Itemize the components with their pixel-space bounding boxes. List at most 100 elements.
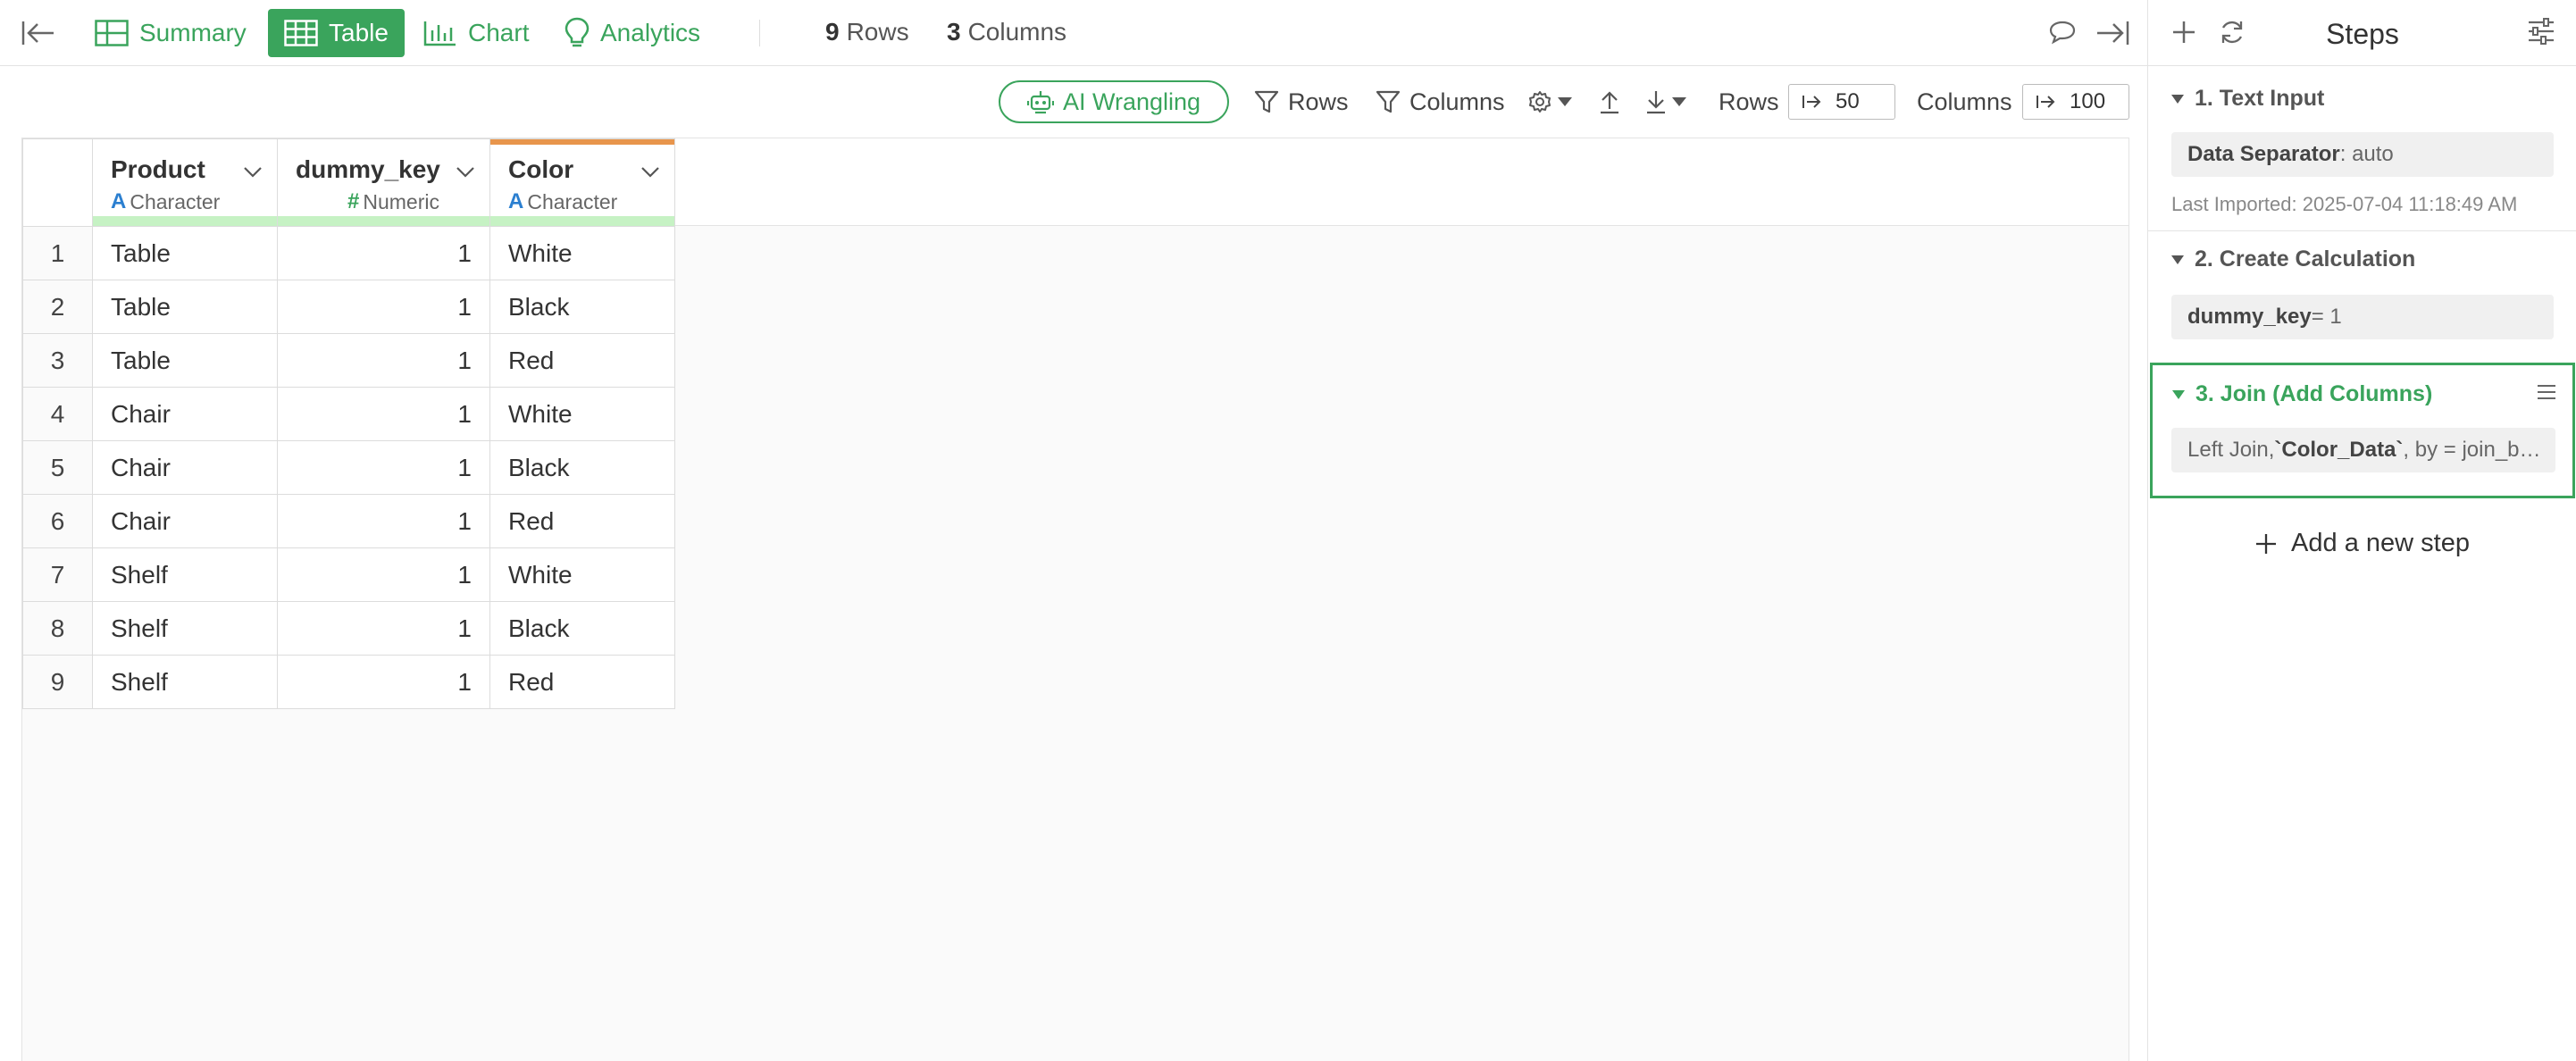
plus-icon [2255,533,2277,555]
join-key-indicator [278,216,489,226]
sliders-icon[interactable] [2527,18,2555,45]
filter-icon [1254,89,1279,114]
summary-grid-icon [95,20,129,46]
row-number: 3 [22,333,93,388]
add-new-step-button[interactable]: Add a new step [2148,529,2576,558]
comment-icon[interactable] [2049,20,2076,45]
step-1-title[interactable]: 1. Text Input [2171,86,2324,112]
added-column-indicator [490,139,674,145]
gear-icon [1527,89,1552,114]
row-number-header [22,138,93,227]
table-row: 5 Chair 1 Black [22,440,675,495]
row-count-label: Rows [846,18,909,46]
download-menu-button[interactable] [1645,80,1686,123]
ai-wrangling-button[interactable]: AI Wrangling [999,80,1230,123]
cell-dummy-key[interactable]: 1 [277,547,490,602]
chevron-down-icon[interactable] [243,166,263,179]
step-3-parameters[interactable]: Left Join, `Color_Data`, by = join_b… [2171,428,2555,472]
cell-product[interactable]: Chair [92,387,278,441]
collapse-left-icon[interactable] [21,20,55,46]
steps-panel: Steps 1. Text Input Data Separator: auto… [2147,0,2576,1061]
cell-color[interactable]: Red [489,655,675,709]
column-count: 3 Columns [947,18,1066,46]
cell-dummy-key[interactable]: 1 [277,494,490,548]
step-3-card[interactable]: 3. Join (Add Columns) Left Join, `Color_… [2150,363,2575,498]
step-2-title[interactable]: 2. Create Calculation [2171,246,2415,272]
column-type-label: Character [527,189,618,213]
column-type: A Character [111,189,220,214]
row-count-number: 9 [825,18,840,46]
join-key-indicator [490,216,674,226]
tab-summary-label: Summary [139,19,247,46]
cell-dummy-key[interactable]: 1 [277,333,490,388]
row-number: 8 [22,601,93,656]
columns-filter-label: Columns [1409,88,1505,115]
step-1-title-label: 1. Text Input [2195,86,2325,111]
cell-product[interactable]: Chair [92,494,278,548]
column-header-color[interactable]: Color A Character [489,138,675,227]
join-key-indicator [93,216,277,226]
columns-filter-button[interactable]: Columns [1376,80,1505,123]
toolbar-divider [759,20,760,46]
step-2-parameters[interactable]: dummy_key = 1 [2171,295,2554,339]
data-table: Product A Character dummy_key # Numeric Co… [22,138,675,709]
rows-filter-button[interactable]: Rows [1254,80,1349,123]
tab-chart[interactable]: Chart [407,9,545,57]
row-number: 4 [22,387,93,441]
step-2-param: dummy_key [2187,305,2312,329]
row-count: 9 Rows [825,18,909,46]
column-type: # Numeric [347,189,439,214]
tab-table[interactable]: Table [268,9,405,57]
cell-color[interactable]: Red [489,333,675,388]
rows-filter-label: Rows [1288,88,1349,115]
arrow-to-end-icon [2036,94,2055,110]
cell-dummy-key[interactable]: 1 [277,226,490,280]
tab-chart-label: Chart [468,19,530,46]
triangle-down-icon [2172,389,2185,399]
cell-color[interactable]: Black [489,280,675,334]
bar-chart-icon [423,20,457,46]
chevron-down-icon[interactable] [456,166,475,179]
cell-dummy-key[interactable]: 1 [277,440,490,495]
cell-product[interactable]: Shelf [92,547,278,602]
cell-dummy-key[interactable]: 1 [277,601,490,656]
tab-analytics[interactable]: Analytics [548,9,716,57]
cell-color[interactable]: Red [489,494,675,548]
cell-product[interactable]: Shelf [92,655,278,709]
cell-product[interactable]: Table [92,226,278,280]
settings-menu-button[interactable] [1527,80,1572,123]
cell-dummy-key[interactable]: 1 [277,280,490,334]
row-number: 7 [22,547,93,602]
cell-product[interactable]: Table [92,333,278,388]
cell-product[interactable]: Table [92,280,278,334]
column-type: A Character [508,189,617,214]
cell-color[interactable]: White [489,547,675,602]
rows-limit-input[interactable]: 50 [1788,84,1895,120]
cell-color[interactable]: White [489,387,675,441]
cell-color[interactable]: Black [489,601,675,656]
column-type-label: Character [130,189,221,213]
columns-limit-value: 100 [2070,89,2106,113]
cell-color[interactable]: Black [489,440,675,495]
hamburger-menu-icon[interactable] [2537,383,2556,401]
data-table-area: Product A Character dummy_key # Numeric Co… [21,138,2129,1061]
cell-dummy-key[interactable]: 1 [277,655,490,709]
column-header-product[interactable]: Product A Character [92,138,278,227]
cell-product[interactable]: Chair [92,440,278,495]
cell-product[interactable]: Shelf [92,601,278,656]
chevron-down-icon[interactable] [640,166,660,179]
export-button[interactable] [1599,80,1620,123]
steps-panel-header: Steps [2148,0,2576,66]
step-3-title[interactable]: 3. Join (Add Columns) [2172,381,2432,407]
lightbulb-icon [565,17,590,49]
column-name: dummy_key [296,155,440,183]
columns-limit-input[interactable]: 100 [2022,84,2129,120]
caret-down-icon [1672,97,1686,106]
step-1-parameters[interactable]: Data Separator: auto [2171,132,2554,177]
collapse-right-icon[interactable] [2095,20,2129,46]
tab-summary[interactable]: Summary [79,9,263,57]
column-header-dummy-key[interactable]: dummy_key # Numeric [277,138,490,227]
cell-dummy-key[interactable]: 1 [277,387,490,441]
step-1-value: : auto [2339,142,2394,166]
cell-color[interactable]: White [489,226,675,280]
